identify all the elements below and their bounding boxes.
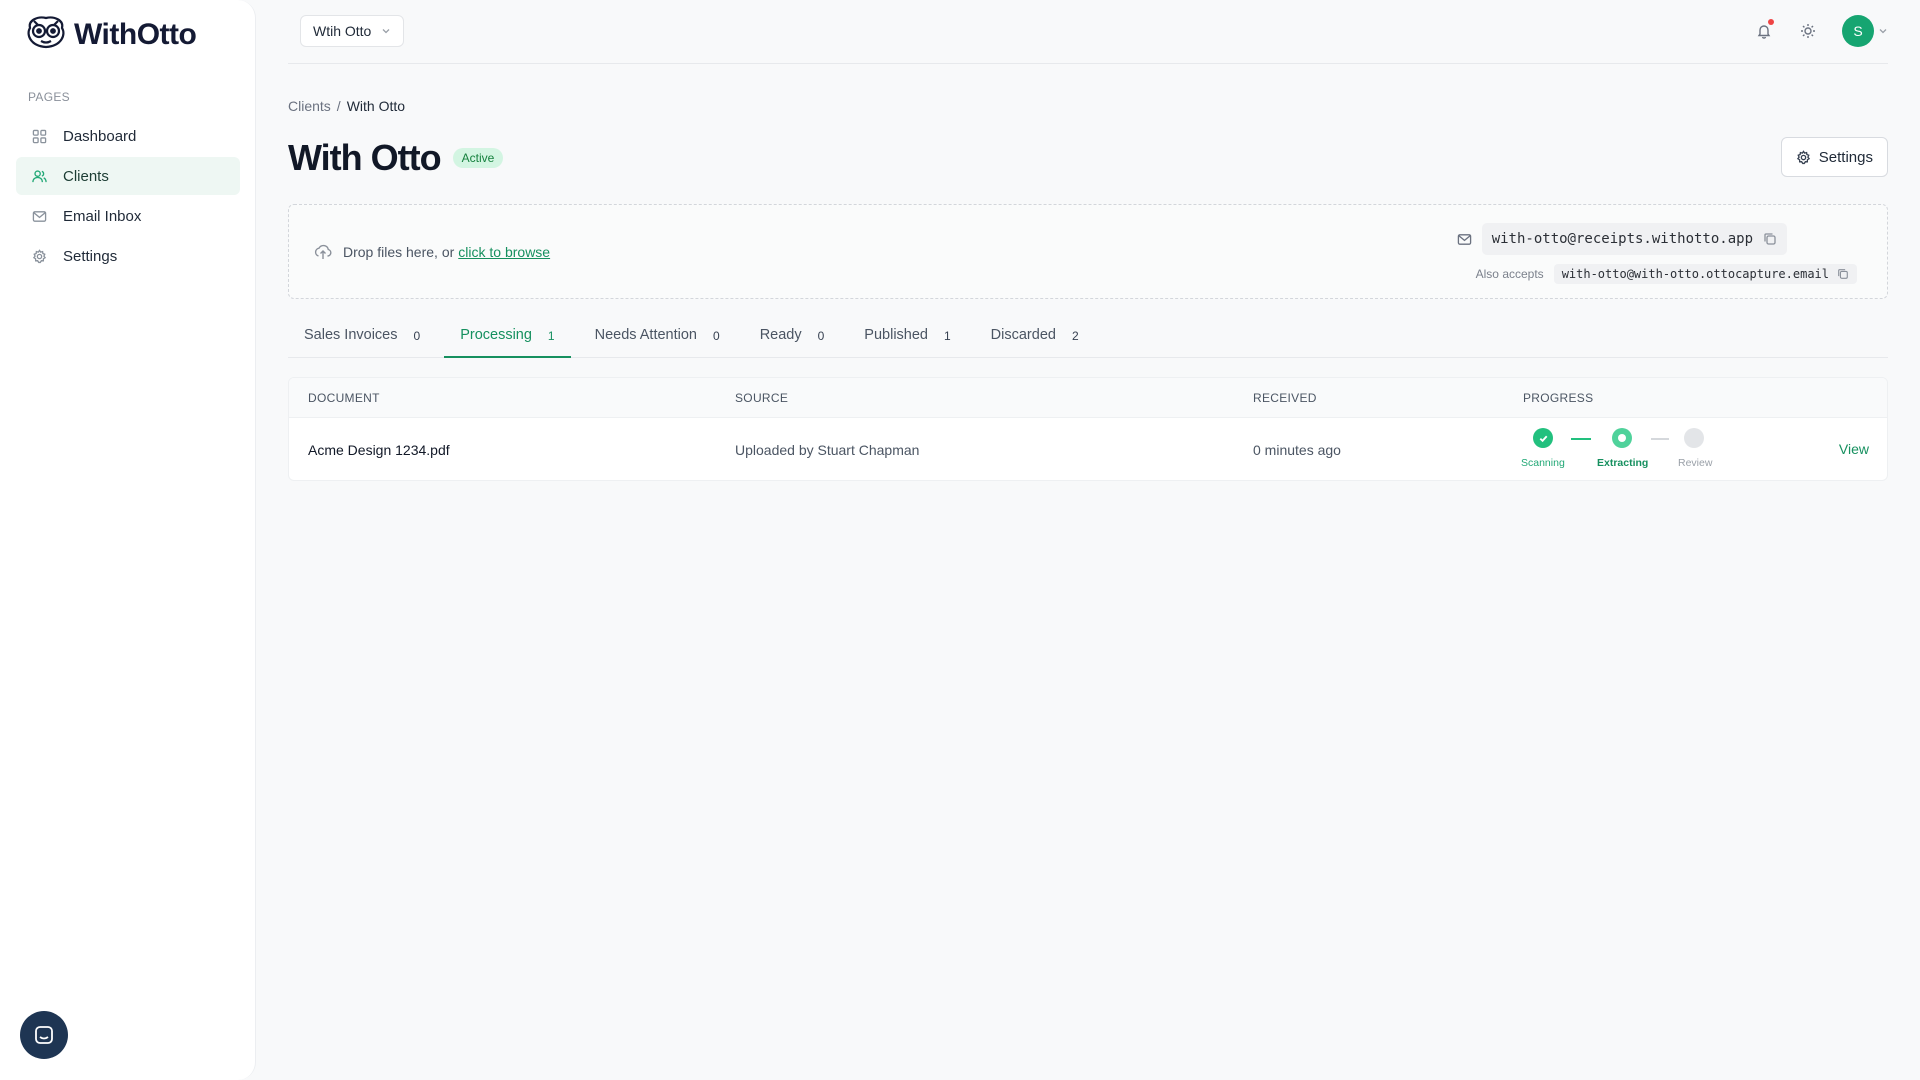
gear-icon <box>32 248 47 263</box>
topbar: Wtih Otto S <box>288 0 1888 64</box>
tab-count: 2 <box>1071 329 1079 343</box>
copy-icon[interactable] <box>1837 268 1849 280</box>
support-chat-button[interactable] <box>20 1011 68 1059</box>
chevron-down-icon <box>1879 29 1887 34</box>
current-step-marker <box>1618 434 1626 442</box>
receipt-email: with-otto@receipts.withotto.app <box>1481 223 1787 255</box>
dropzone-prompt: Drop files here, or click to browse <box>313 242 550 262</box>
sidebar: WithOtto PAGES Dashboard Clients Email I… <box>0 0 256 1080</box>
bell-icon <box>1757 25 1771 39</box>
alternate-email-row: Also accepts with-otto@with-otto.ottocap… <box>1476 264 1857 284</box>
notifications-button[interactable] <box>1754 19 1774 41</box>
table-row[interactable]: Acme Design 1234.pdf Uploaded by Stuart … <box>289 418 1887 480</box>
brand-logo[interactable]: WithOtto <box>24 14 197 55</box>
client-selector[interactable]: Wtih Otto <box>300 15 405 47</box>
document-received: 0 minutes ago <box>1253 442 1341 458</box>
otto-logo-icon <box>24 14 68 55</box>
tab-count: 1 <box>547 329 555 343</box>
nav-section-label: PAGES <box>28 90 70 104</box>
receipt-email-address: with-otto@receipts.withotto.app <box>1491 231 1753 247</box>
step-current-dot <box>1612 428 1632 448</box>
document-source: Uploaded by Stuart Chapman <box>735 442 920 458</box>
view-document-link[interactable]: View <box>1839 441 1869 457</box>
tab-count: 0 <box>413 329 421 343</box>
check-icon <box>1539 435 1547 442</box>
browse-files-link[interactable]: click to browse <box>458 244 550 260</box>
tab-needs-attention[interactable]: Needs Attention 0 <box>579 320 736 358</box>
chat-icon <box>35 1026 53 1044</box>
step-label-review: Review <box>1678 457 1713 469</box>
document-tabs: Sales Invoices 0 Processing 1 Needs Atte… <box>288 320 1888 358</box>
step-done-dot <box>1533 428 1553 448</box>
tab-count: 1 <box>943 329 951 343</box>
sidebar-item-label: Clients <box>63 167 109 185</box>
tab-label: Published <box>864 327 928 343</box>
sidebar-item-label: Email Inbox <box>63 207 142 225</box>
page-title: With Otto <box>288 137 442 178</box>
table-header: DOCUMENT SOURCE RECEIVED PROGRESS <box>289 378 1887 418</box>
tab-sales-invoices[interactable]: Sales Invoices 0 <box>288 320 436 358</box>
avatar: S <box>1842 15 1874 47</box>
sidebar-nav: Dashboard Clients Email Inbox Settings <box>16 117 240 277</box>
tab-discarded[interactable]: Discarded 2 <box>975 320 1095 358</box>
tab-label: Needs Attention <box>594 327 697 343</box>
tab-published[interactable]: Published 1 <box>848 320 966 358</box>
title-row: With Otto Active <box>288 137 504 179</box>
upload-cloud-icon <box>314 244 332 259</box>
tab-ready[interactable]: Ready 0 <box>744 320 841 358</box>
users-icon <box>32 169 47 182</box>
sidebar-item-label: Dashboard <box>63 127 137 145</box>
dropzone-text: Drop files here, or <box>343 244 455 260</box>
progress-stepper: Scanning Extracting Review <box>1517 428 1797 476</box>
grid-icon <box>32 129 47 143</box>
gear-icon <box>1796 149 1810 164</box>
breadcrumb-clients-link[interactable]: Clients <box>288 98 331 114</box>
file-dropzone[interactable]: Drop files here, or click to browse with… <box>288 204 1888 299</box>
tab-label: Ready <box>759 327 802 343</box>
theme-toggle-button[interactable] <box>1798 21 1818 41</box>
receipt-email-row: with-otto@receipts.withotto.app <box>1457 223 1787 255</box>
sun-icon <box>1801 24 1815 38</box>
client-settings-button[interactable]: Settings <box>1780 137 1888 177</box>
step-label-extracting: Extracting <box>1597 457 1649 469</box>
step-connector <box>1571 438 1591 440</box>
tab-processing[interactable]: Processing 1 <box>444 320 571 358</box>
tab-label: Discarded <box>990 327 1056 343</box>
tab-count: 0 <box>817 329 825 343</box>
notification-dot <box>1768 19 1774 25</box>
user-menu[interactable]: S <box>1842 15 1888 47</box>
step-pending-dot <box>1684 428 1704 448</box>
breadcrumb-current: With Otto <box>346 98 406 114</box>
sidebar-item-label: Settings <box>63 247 118 265</box>
documents-table: DOCUMENT SOURCE RECEIVED PROGRESS Acme D… <box>288 377 1888 481</box>
client-selector-value: Wtih Otto <box>313 23 372 39</box>
brand-name: WithOtto <box>74 17 197 51</box>
document-name[interactable]: Acme Design 1234.pdf <box>308 442 450 458</box>
chevron-down-icon <box>382 29 390 34</box>
column-header-received: RECEIVED <box>1253 391 1317 405</box>
alternate-email: with-otto@with-otto.ottocapture.email <box>1553 264 1857 284</box>
sidebar-item-dashboard[interactable]: Dashboard <box>16 117 240 155</box>
tab-count: 0 <box>713 329 720 343</box>
column-header-document: DOCUMENT <box>308 391 380 405</box>
copy-icon[interactable] <box>1763 232 1777 246</box>
sidebar-item-email-inbox[interactable]: Email Inbox <box>16 197 240 235</box>
tab-label: Processing <box>460 327 532 343</box>
mail-icon <box>1457 233 1471 245</box>
step-connector <box>1651 438 1669 440</box>
tab-label: Sales Invoices <box>304 327 398 343</box>
status-badge: Active <box>452 148 504 168</box>
breadcrumb-separator: / <box>336 98 341 114</box>
breadcrumb: Clients / With Otto <box>288 98 405 114</box>
step-label-scanning: Scanning <box>1521 457 1565 469</box>
column-header-progress: PROGRESS <box>1523 391 1594 405</box>
alternate-email-address: with-otto@with-otto.ottocapture.email <box>1561 267 1829 281</box>
also-accepts-label: Also accepts <box>1475 267 1544 281</box>
mail-icon <box>32 210 47 222</box>
sidebar-item-clients[interactable]: Clients <box>16 157 240 195</box>
column-header-source: SOURCE <box>735 391 789 405</box>
topbar-actions: S <box>1754 15 1888 47</box>
settings-button-label: Settings <box>1818 148 1873 166</box>
sidebar-item-settings[interactable]: Settings <box>16 237 240 275</box>
